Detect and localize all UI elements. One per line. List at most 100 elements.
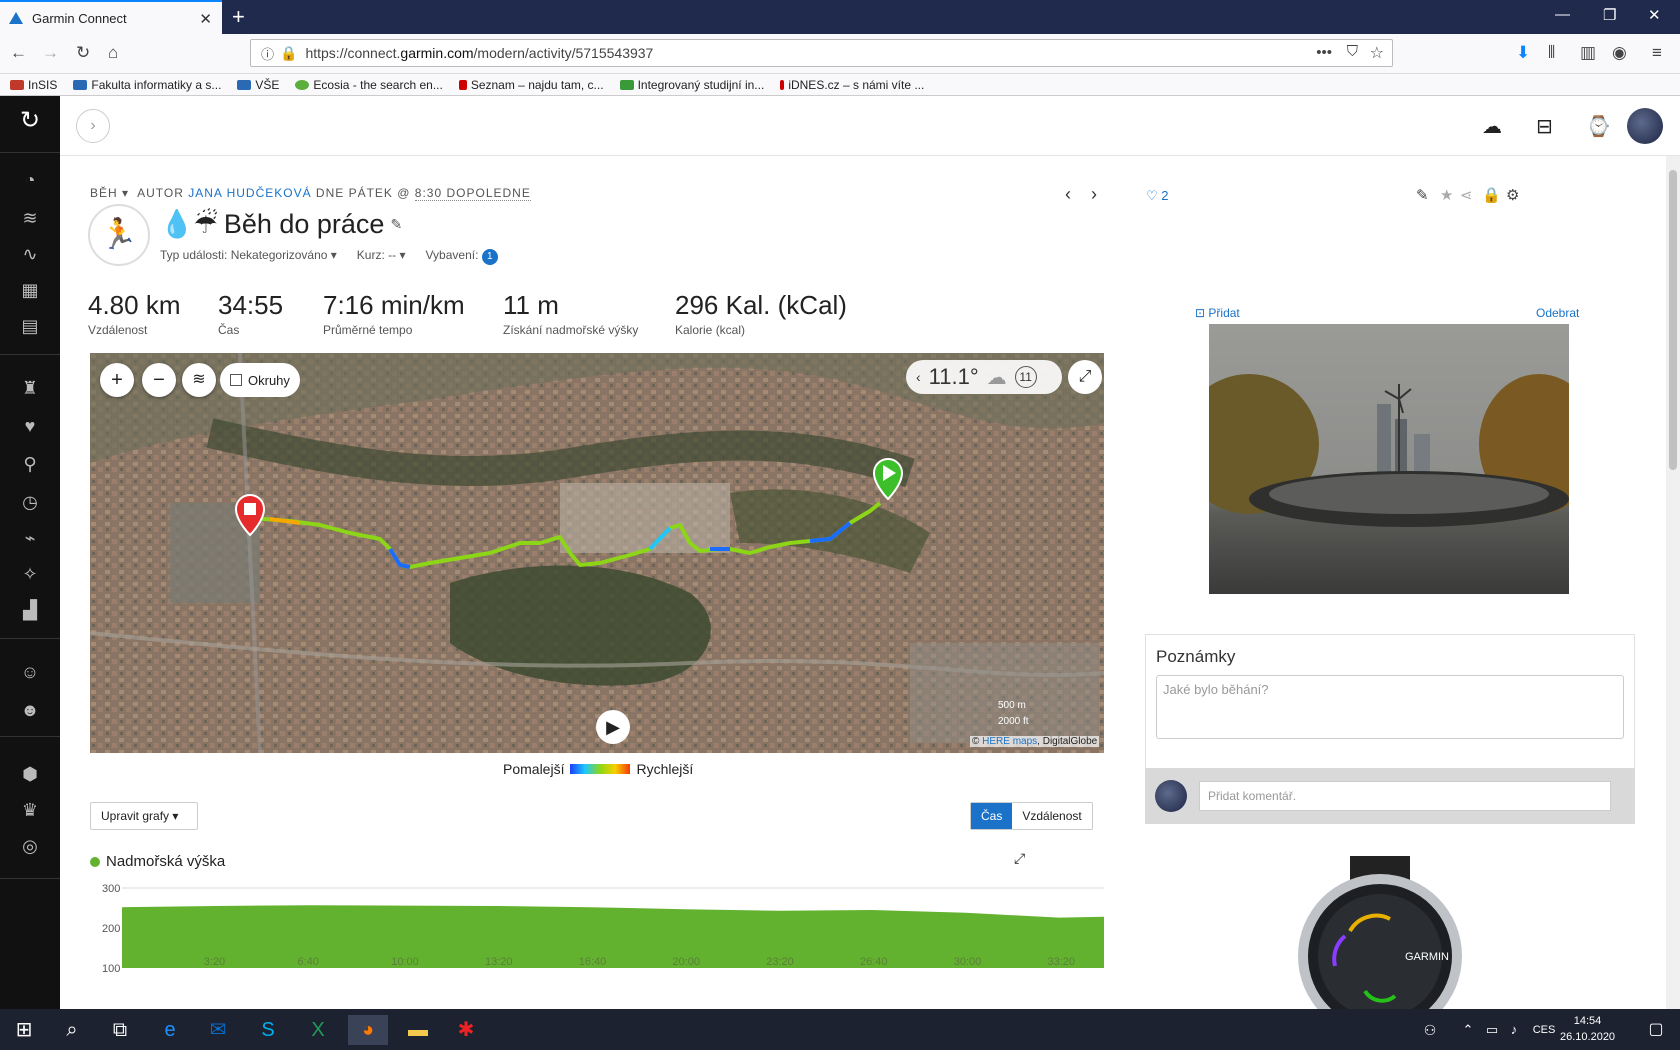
badges-icon[interactable]: ⬢: [18, 764, 42, 786]
activity-map[interactable]: + − ≋ Okruhy ‹ 11.1° ☁ 11 ⤢ ▶ 500 m 2000…: [90, 353, 1104, 753]
bookmark-vse[interactable]: VŠE: [237, 78, 279, 92]
distance-axis-button[interactable]: Vzdálenost: [1012, 803, 1091, 829]
info-icon[interactable]: ⓘ: [261, 44, 274, 63]
lock-icon[interactable]: 🔒: [280, 45, 297, 62]
next-activity-icon[interactable]: ›: [1091, 184, 1097, 205]
activity-time[interactable]: 8:30 DOPOLEDNE: [414, 186, 531, 201]
people-icon[interactable]: ⚇: [1410, 1015, 1450, 1045]
performance-icon[interactable]: ⚲: [18, 454, 42, 476]
like-button[interactable]: ♡ 2: [1146, 188, 1169, 204]
bookmark-ecosia[interactable]: Ecosia - the search en...: [295, 78, 443, 92]
reports-icon[interactable]: ▤: [18, 316, 42, 338]
file-explorer-icon[interactable]: ▬: [398, 1015, 438, 1045]
url-bar[interactable]: ⓘ 🔒 https://connect. garmin.com/modern/ac…: [250, 39, 1393, 67]
gear-shoe-icon[interactable]: ⌁: [18, 528, 42, 550]
device-watch-icon[interactable]: ⌚: [1586, 114, 1611, 139]
activities-icon[interactable]: ≋: [18, 208, 42, 230]
bookmark-is[interactable]: Integrovaný studijní in...: [619, 78, 764, 92]
edit-graphs-dropdown[interactable]: Upravit grafy ▾: [90, 802, 198, 830]
pocket-icon[interactable]: ⛉: [1347, 43, 1358, 60]
privacy-lock-icon[interactable]: 🔒: [1482, 186, 1501, 204]
map-layers-icon[interactable]: ≋: [182, 363, 216, 397]
dashboard-icon[interactable]: ◔: [18, 170, 42, 192]
new-tab-button[interactable]: +: [232, 4, 245, 30]
type-dropdown-icon[interactable]: ▾: [122, 186, 129, 200]
event-type-dropdown[interactable]: Typ události: Nekategorizováno ▾: [160, 248, 337, 265]
weather-widget[interactable]: ‹ 11.1° ☁ 11: [906, 360, 1062, 394]
firefox-icon[interactable]: ◕: [348, 1015, 388, 1045]
close-window-button[interactable]: ✕: [1648, 6, 1661, 24]
garmin-connect-logo-icon[interactable]: ↻: [18, 106, 42, 134]
challenges-trophy-icon[interactable]: ♛: [18, 800, 42, 822]
excel-icon[interactable]: X: [298, 1015, 338, 1045]
bookmark-fis[interactable]: Fakulta informatiky a s...: [73, 78, 221, 92]
settings-gear-icon[interactable]: ⚙: [1506, 186, 1519, 204]
zoom-in-button[interactable]: +: [100, 363, 134, 397]
play-replay-button[interactable]: ▶: [596, 710, 630, 744]
downloads-icon[interactable]: ⬇: [1516, 43, 1530, 63]
prev-activity-icon[interactable]: ‹: [1065, 184, 1071, 205]
taskbar-clock[interactable]: 14:54 26.10.2020: [1560, 1013, 1615, 1045]
browser-tab[interactable]: Garmin Connect ✕: [0, 0, 222, 34]
chevron-left-icon[interactable]: ‹: [916, 369, 921, 385]
account-icon[interactable]: ◉: [1612, 43, 1627, 63]
restore-window-button[interactable]: ❐: [1603, 6, 1616, 24]
time-axis-button[interactable]: Čas: [971, 803, 1013, 829]
bookmark-idnes[interactable]: iDNES.cz – s námi víte ...: [780, 78, 924, 92]
bookmark-insis[interactable]: InSIS: [10, 78, 57, 92]
upload-cloud-icon[interactable]: ☁: [1482, 114, 1502, 139]
devices-icon[interactable]: ◎: [18, 836, 42, 858]
favorite-star-icon[interactable]: ★: [1440, 186, 1453, 204]
edge-icon[interactable]: e: [150, 1015, 190, 1045]
comment-input[interactable]: Přidat komentář.: [1199, 781, 1611, 811]
task-view-icon[interactable]: ⧉: [100, 1015, 140, 1045]
groups-icon[interactable]: ☻: [18, 700, 42, 722]
gear-link[interactable]: Vybavení: 1: [426, 248, 498, 265]
calendar-icon[interactable]: ▦: [18, 280, 42, 302]
user-avatar[interactable]: [1627, 108, 1663, 144]
sidebar-toggle-icon[interactable]: ▥: [1580, 43, 1596, 63]
windows-start-icon[interactable]: ⊞: [4, 1015, 44, 1045]
notes-textarea[interactable]: Jaké bylo běhání?: [1156, 675, 1624, 739]
here-maps-link[interactable]: HERE maps: [982, 736, 1037, 747]
laps-checkbox[interactable]: [230, 374, 242, 386]
training-icon[interactable]: ♜: [18, 378, 42, 400]
insights-icon[interactable]: ∿: [18, 244, 42, 266]
edit-title-icon[interactable]: ✎: [390, 216, 402, 233]
activity-photo[interactable]: [1209, 324, 1569, 594]
page-scrollbar[interactable]: [1666, 156, 1680, 1009]
bookmark-star-icon[interactable]: ☆: [1370, 43, 1384, 63]
insights-bulb-icon[interactable]: ✧: [18, 564, 42, 586]
course-dropdown[interactable]: Kurz: -- ▾: [357, 248, 406, 265]
activity-type-label[interactable]: BĚH: [90, 186, 118, 200]
minimize-window-button[interactable]: —: [1555, 6, 1570, 23]
outlook-icon[interactable]: ✉: [198, 1015, 238, 1045]
forward-icon[interactable]: →: [42, 43, 59, 63]
bookmark-seznam[interactable]: Seznam – najdu tam, c...: [458, 78, 604, 92]
skype-icon[interactable]: S: [248, 1015, 288, 1045]
expand-nav-button[interactable]: ›: [76, 109, 110, 143]
connections-icon[interactable]: ☺: [18, 662, 42, 684]
edit-pencil-icon[interactable]: ✎: [1416, 186, 1429, 204]
remove-photo-link[interactable]: Odebrat: [1536, 306, 1579, 320]
close-tab-icon[interactable]: ✕: [199, 10, 212, 28]
notifications-icon[interactable]: ▢: [1636, 1015, 1676, 1045]
scrollbar-thumb[interactable]: [1669, 170, 1677, 470]
laps-toggle[interactable]: Okruhy: [220, 363, 300, 397]
app-red-icon[interactable]: ✱: [446, 1015, 486, 1045]
search-icon[interactable]: ⌕: [52, 1015, 92, 1045]
home-icon[interactable]: ⌂: [108, 43, 118, 63]
menu-icon[interactable]: ≡: [1652, 43, 1662, 63]
page-actions-icon[interactable]: •••: [1316, 44, 1332, 61]
map-fullscreen-icon[interactable]: ⤢: [1068, 360, 1102, 394]
library-icon[interactable]: ⫴: [1548, 43, 1555, 63]
zoom-out-button[interactable]: −: [142, 363, 176, 397]
language-indicator[interactable]: CES: [1524, 1015, 1564, 1045]
reload-icon[interactable]: ↻: [76, 43, 90, 63]
add-photo-link[interactable]: ⊡ Přidat: [1195, 306, 1240, 320]
stopwatch-icon[interactable]: ◷: [18, 492, 42, 514]
bar-chart-icon[interactable]: ▟: [18, 600, 42, 622]
back-icon[interactable]: ←: [10, 43, 27, 63]
author-link[interactable]: JANA HUDČEKOVÁ: [188, 186, 311, 200]
share-icon[interactable]: ⋖: [1460, 186, 1473, 204]
